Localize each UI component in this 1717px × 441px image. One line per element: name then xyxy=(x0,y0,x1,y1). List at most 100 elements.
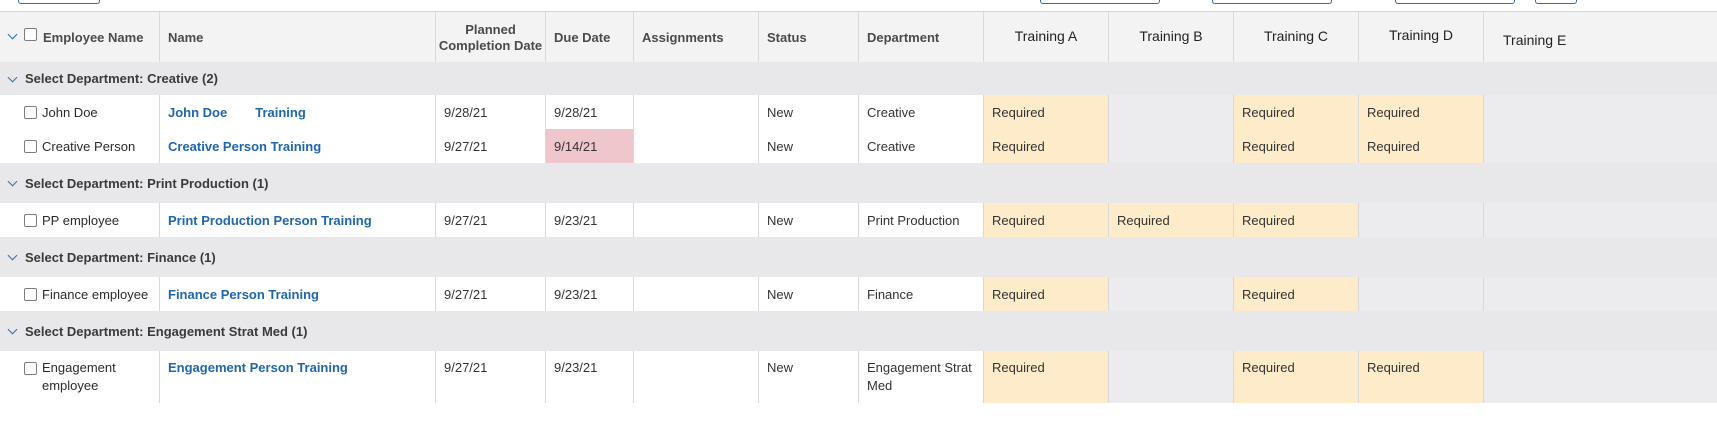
group-label: Select Department: Engagement Strat Med … xyxy=(25,323,308,339)
table-row[interactable]: PP employee Print Production Person Trai… xyxy=(0,203,1717,238)
header-name[interactable]: Name xyxy=(160,12,436,63)
training-b-cell[interactable]: Required xyxy=(1109,203,1234,237)
status: New xyxy=(759,95,859,129)
assignments-cell xyxy=(634,95,759,129)
status: New xyxy=(759,203,859,237)
chevron-down-icon[interactable] xyxy=(7,324,18,335)
training-e-cell[interactable] xyxy=(1484,277,1717,311)
table-row[interactable]: Engagement employee Engagement Person Tr… xyxy=(0,351,1717,403)
toolbar-button[interactable] xyxy=(18,0,100,4)
employee-name: Finance employee xyxy=(42,287,149,302)
header-employee-name[interactable]: Employee Name xyxy=(0,12,160,63)
toolbar-button[interactable] xyxy=(1040,0,1160,4)
training-e-cell[interactable] xyxy=(1484,203,1717,237)
training-b-cell[interactable] xyxy=(1109,277,1234,311)
training-a-cell[interactable]: Required xyxy=(984,277,1109,311)
training-link[interactable]: Engagement Person Training xyxy=(168,359,348,377)
header-training-d[interactable]: Training D xyxy=(1359,12,1484,63)
status: New xyxy=(759,277,859,311)
training-a-cell[interactable]: Required xyxy=(984,129,1109,163)
training-d-cell[interactable]: Required xyxy=(1359,95,1484,129)
group-label: Select Department: Creative (2) xyxy=(25,71,218,86)
training-c-cell[interactable]: Required xyxy=(1234,95,1359,129)
name-cell[interactable]: Creative Person Training xyxy=(160,129,436,163)
header-label: Employee Name xyxy=(43,30,144,45)
name-cell[interactable]: Engagement Person Training xyxy=(160,351,436,403)
training-link[interactable]: Print Production Person Training xyxy=(168,213,372,228)
group-header[interactable]: Select Department: Print Production (1) xyxy=(0,163,1717,204)
department: Finance xyxy=(859,277,984,311)
table-row[interactable]: John Doe John Doe Training 9/28/21 9/28/… xyxy=(0,95,1717,130)
training-d-cell[interactable]: Required xyxy=(1359,351,1484,403)
toolbar-button[interactable] xyxy=(1535,0,1577,4)
planned-date: 9/27/21 xyxy=(436,129,546,163)
header-training-b[interactable]: Training B xyxy=(1109,12,1234,63)
training-d-cell[interactable] xyxy=(1359,277,1484,311)
due-date: 9/28/21 xyxy=(546,95,634,129)
training-c-cell[interactable]: Required xyxy=(1234,277,1359,311)
chevron-down-icon[interactable] xyxy=(7,72,18,83)
training-grid: Employee Name Name Planned Completion Da… xyxy=(0,11,1717,441)
department: Creative xyxy=(859,129,984,163)
training-link[interactable]: Creative Person Training xyxy=(168,139,321,154)
chevron-down-icon[interactable] xyxy=(7,176,18,187)
due-date: 9/23/21 xyxy=(546,351,634,403)
row-checkbox[interactable] xyxy=(24,288,37,301)
training-d-cell[interactable]: Required xyxy=(1359,129,1484,163)
training-b-cell[interactable] xyxy=(1109,129,1234,163)
training-a-cell[interactable]: Required xyxy=(984,203,1109,237)
row-checkbox[interactable] xyxy=(24,106,37,119)
group-header[interactable]: Select Department: Engagement Strat Med … xyxy=(0,311,1717,352)
training-b-cell[interactable] xyxy=(1109,351,1234,403)
training-c-cell[interactable]: Required xyxy=(1234,203,1359,237)
table-header: Employee Name Name Planned Completion Da… xyxy=(0,11,1717,64)
planned-date: 9/28/21 xyxy=(436,95,546,129)
name-cell[interactable]: Print Production Person Training xyxy=(160,203,436,237)
chevron-down-icon[interactable] xyxy=(7,29,18,40)
group-header[interactable]: Select Department: Finance (1) xyxy=(0,237,1717,278)
header-training-e[interactable]: Training E xyxy=(1484,12,1717,63)
employee-cell: Engagement employee xyxy=(0,351,160,403)
toolbar-button[interactable] xyxy=(1395,0,1515,4)
header-status[interactable]: Status xyxy=(759,12,859,63)
department: Print Production xyxy=(859,203,984,237)
status: New xyxy=(759,351,859,403)
table-row[interactable]: Finance employee Finance Person Training… xyxy=(0,277,1717,312)
group-label: Select Department: Print Production (1) xyxy=(25,175,269,191)
table-row[interactable]: Creative Person Creative Person Training… xyxy=(0,129,1717,164)
row-checkbox[interactable] xyxy=(24,140,37,153)
employee-name: PP employee xyxy=(42,213,120,228)
training-d-cell[interactable] xyxy=(1359,203,1484,237)
due-date-overdue: 9/14/21 xyxy=(546,129,634,163)
training-link[interactable]: John Doe xyxy=(168,105,227,120)
toolbar-button[interactable] xyxy=(1212,0,1332,4)
training-b-cell[interactable] xyxy=(1109,95,1234,129)
header-training-c[interactable]: Training C xyxy=(1234,12,1359,63)
training-c-cell[interactable]: Required xyxy=(1234,351,1359,403)
row-checkbox[interactable] xyxy=(24,214,37,227)
header-department[interactable]: Department xyxy=(859,12,984,63)
training-e-cell[interactable] xyxy=(1484,95,1717,129)
name-cell[interactable]: Finance Person Training xyxy=(160,277,436,311)
training-a-cell[interactable]: Required xyxy=(984,95,1109,129)
header-planned-completion[interactable]: Planned Completion Date xyxy=(436,12,546,63)
department: Creative xyxy=(859,95,984,129)
due-date: 9/23/21 xyxy=(546,277,634,311)
employee-cell: Finance employee xyxy=(0,277,160,311)
group-header[interactable]: Select Department: Creative (2) xyxy=(0,62,1717,96)
training-c-cell[interactable]: Required xyxy=(1234,129,1359,163)
chevron-down-icon[interactable] xyxy=(7,250,18,261)
department-line: Engagement Strat xyxy=(867,360,972,375)
header-assignments[interactable]: Assignments xyxy=(634,12,759,63)
assignments-cell xyxy=(634,203,759,237)
training-e-cell[interactable] xyxy=(1484,129,1717,163)
row-checkbox[interactable] xyxy=(24,362,37,375)
training-link[interactable]: Finance Person Training xyxy=(168,287,319,302)
training-link[interactable]: Training xyxy=(255,105,306,120)
training-e-cell[interactable] xyxy=(1484,351,1717,403)
training-a-cell[interactable]: Required xyxy=(984,351,1109,403)
header-training-a[interactable]: Training A xyxy=(984,12,1109,63)
name-cell[interactable]: John Doe Training xyxy=(160,95,436,129)
employee-name-line: Engagement xyxy=(42,360,116,375)
header-due-date[interactable]: Due Date xyxy=(546,12,634,63)
